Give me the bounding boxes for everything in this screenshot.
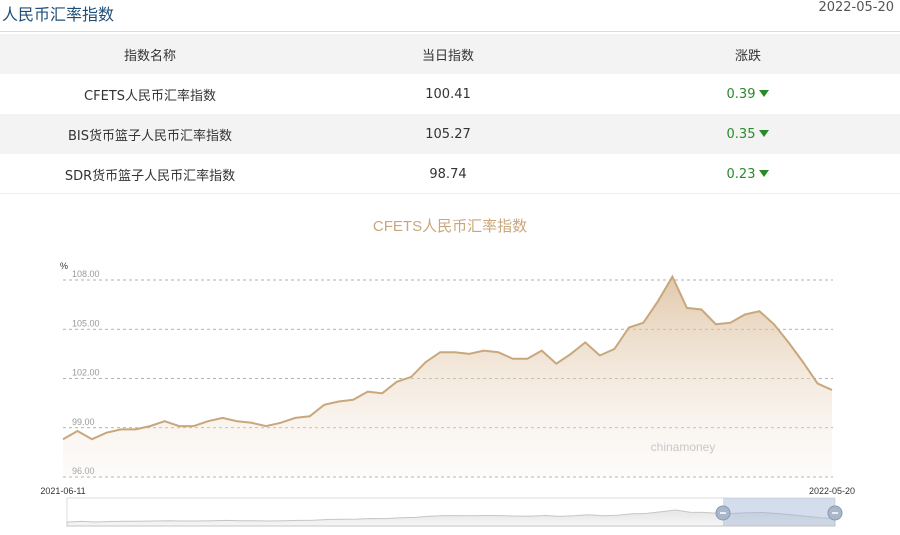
x-start-label: 2021-06-11: [40, 486, 85, 496]
x-end-label: 2022-05-20: [809, 486, 855, 496]
y-unit-label: %: [60, 261, 68, 271]
navigator-selection[interactable]: [723, 498, 835, 526]
y-tick-label: 108.00: [72, 269, 100, 279]
navigator-right-handle-icon[interactable]: [827, 505, 843, 521]
y-tick-label: 102.00: [72, 368, 100, 378]
watermark: chinamoney: [651, 440, 716, 454]
navigator-left-handle-icon[interactable]: [715, 505, 731, 521]
y-tick-label: 105.00: [72, 318, 100, 328]
area-fill: [63, 276, 832, 477]
range-navigator[interactable]: [66, 497, 843, 527]
chart-title: CFETS人民币汇率指数: [373, 218, 527, 235]
y-tick-label: 99.00: [72, 417, 95, 427]
index-chart: CFETS人民币汇率指数 % 108.00105.00102.0099.0096…: [40, 218, 855, 527]
